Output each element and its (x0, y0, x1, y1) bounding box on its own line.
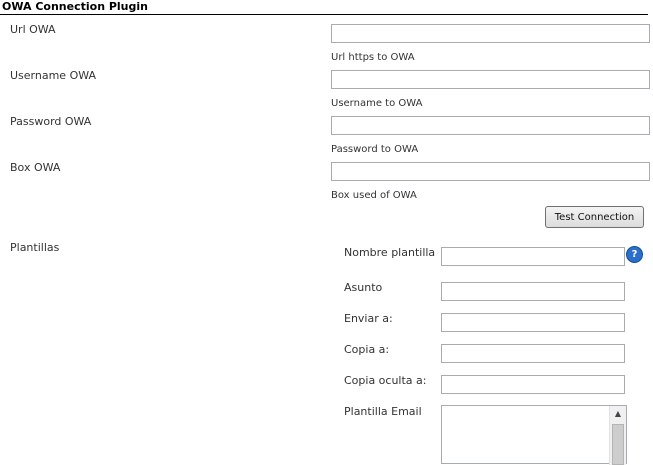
nombre-plantilla-input[interactable] (441, 247, 625, 266)
copia-a-label: Copia a: (344, 343, 390, 356)
asunto-label: Asunto (344, 281, 383, 294)
section-divider (0, 14, 648, 15)
scroll-up-arrow-icon[interactable]: ▲ (610, 406, 626, 422)
box-owa-help: Box used of OWA (331, 190, 417, 201)
section-title: OWA Connection Plugin (2, 0, 148, 13)
username-owa-input[interactable] (331, 70, 650, 89)
plantilla-email-label: Plantilla Email (344, 405, 422, 418)
password-owa-help: Password to OWA (331, 144, 419, 155)
box-owa-label: Box OWA (10, 161, 61, 174)
password-owa-label: Password OWA (10, 115, 92, 128)
url-owa-label: Url OWA (10, 23, 56, 36)
enviar-a-input[interactable] (441, 313, 625, 332)
username-owa-label: Username OWA (10, 69, 97, 82)
test-connection-button[interactable]: Test Connection (545, 206, 644, 228)
question-mark-icon[interactable]: ? (626, 246, 643, 263)
textarea-scrollbar[interactable]: ▲ (609, 406, 626, 465)
url-owa-input[interactable] (331, 24, 650, 43)
copia-a-input[interactable] (441, 344, 625, 363)
username-owa-help: Username to OWA (331, 98, 423, 109)
plantillas-label: Plantillas (10, 241, 60, 254)
nombre-plantilla-label: Nombre plantilla (344, 246, 436, 259)
box-owa-input[interactable] (331, 162, 650, 181)
copia-oculta-input[interactable] (441, 375, 625, 394)
plantilla-email-textarea[interactable]: ▲ (441, 405, 627, 465)
password-owa-input[interactable] (331, 116, 650, 135)
copia-oculta-label: Copia oculta a: (344, 374, 427, 387)
enviar-a-label: Enviar a: (344, 312, 393, 325)
url-owa-help: Url https to OWA (331, 52, 415, 63)
asunto-input[interactable] (441, 282, 625, 301)
scroll-thumb[interactable] (612, 424, 624, 465)
